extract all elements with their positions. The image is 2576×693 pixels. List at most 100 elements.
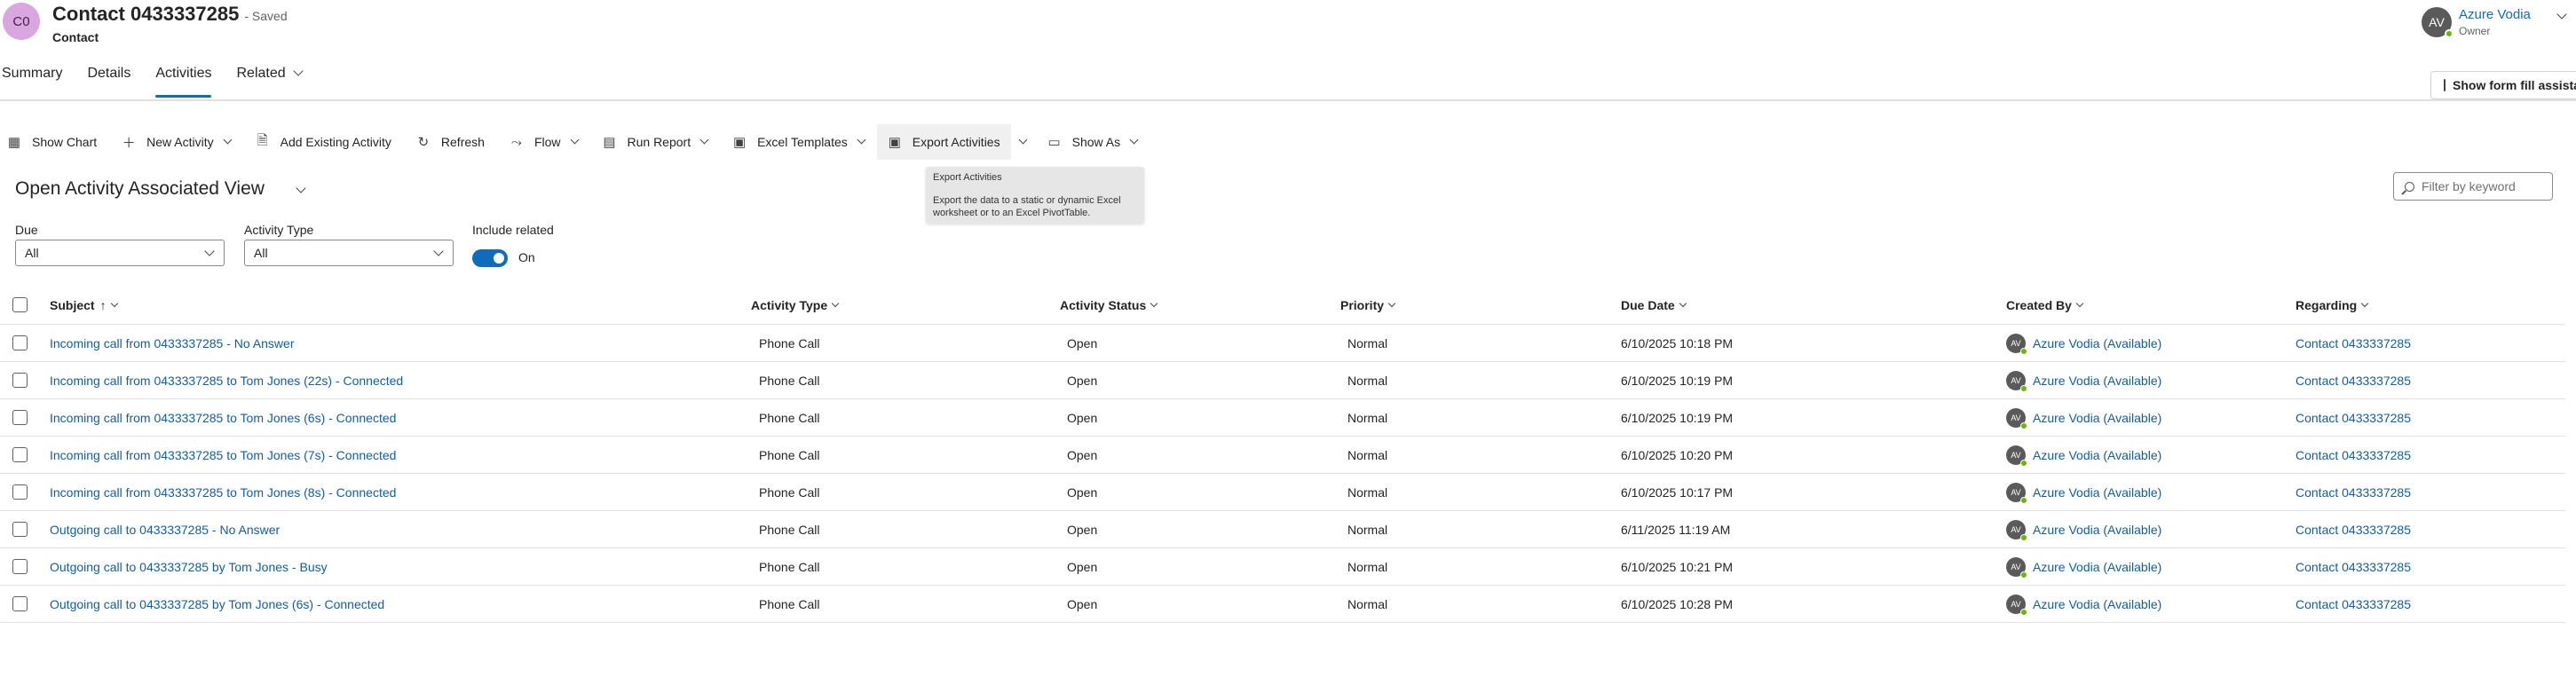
column-header-regarding[interactable]: Regarding (2295, 286, 2367, 324)
tab-related[interactable]: Related (236, 62, 301, 92)
tab-details[interactable]: Details (87, 62, 130, 92)
created-by-link[interactable]: Azure Vodia (Available) (2033, 523, 2161, 537)
activity-type-filter-select[interactable]: All (244, 240, 454, 266)
regarding-link[interactable]: Contact 0433337285 (2295, 511, 2411, 547)
created-by-link[interactable]: Azure Vodia (Available) (2033, 560, 2161, 574)
table-row[interactable]: Outgoing call to 0433337285 - No Answer … (0, 511, 2565, 548)
activity-status-cell: Open (1067, 511, 1097, 547)
row-checkbox[interactable] (12, 522, 28, 537)
created-by-link[interactable]: Azure Vodia (Available) (2033, 374, 2161, 388)
subject-link[interactable]: Incoming call from 0433337285 to Tom Jon… (50, 362, 403, 398)
created-by-link[interactable]: Azure Vodia (Available) (2033, 336, 2161, 350)
column-subject-label: Subject (50, 298, 95, 312)
refresh-button[interactable]: ↻Refresh (404, 124, 497, 160)
subject-link[interactable]: Incoming call from 0433337285 to Tom Jon… (50, 474, 396, 510)
table-row[interactable]: Incoming call from 0433337285 to Tom Jon… (0, 399, 2565, 437)
created-by-cell[interactable]: AVAzure Vodia (Available) (2006, 437, 2161, 473)
chevron-down-icon (293, 66, 303, 75)
add-existing-activity-button[interactable]: 🗎Add Existing Activity (243, 124, 404, 160)
row-checkbox[interactable] (12, 373, 28, 388)
row-checkbox-cell[interactable] (12, 586, 28, 622)
column-header-created-by[interactable]: Created By (2006, 286, 2082, 324)
regarding-link[interactable]: Contact 0433337285 (2295, 474, 2411, 510)
filter-by-keyword-input[interactable]: Filter by keyword (2393, 172, 2553, 201)
activity-status-cell: Open (1067, 399, 1097, 436)
select-all-checkbox-cell[interactable] (12, 286, 28, 324)
select-all-checkbox[interactable] (12, 297, 28, 312)
subject-link[interactable]: Outgoing call to 0433337285 - No Answer (50, 511, 280, 547)
table-row[interactable]: Outgoing call to 0433337285 by Tom Jones… (0, 586, 2565, 623)
created-by-cell[interactable]: AVAzure Vodia (Available) (2006, 548, 2161, 585)
created-by-cell[interactable]: AVAzure Vodia (Available) (2006, 511, 2161, 547)
table-row[interactable]: Incoming call from 0433337285 to Tom Jon… (0, 362, 2565, 399)
row-checkbox-cell[interactable] (12, 362, 28, 398)
row-checkbox-cell[interactable] (12, 474, 28, 510)
flow-button[interactable]: ⤳Flow (497, 124, 590, 160)
show-form-fill-button[interactable]: Show form fill assistant (2430, 71, 2576, 99)
table-row[interactable]: Incoming call from 0433337285 - No Answe… (0, 325, 2565, 362)
export-activities-button[interactable]: ▣Export Activities (877, 124, 1011, 160)
subject-link[interactable]: Outgoing call to 0433337285 by Tom Jones… (50, 586, 384, 622)
column-header-activity-type[interactable]: Activity Type (751, 286, 838, 324)
regarding-link[interactable]: Contact 0433337285 (2295, 325, 2411, 361)
view-selector-title[interactable]: Open Activity Associated View (15, 178, 265, 200)
row-checkbox-cell[interactable] (12, 325, 28, 361)
sort-ascending-icon: ↑ (100, 298, 107, 312)
row-checkbox[interactable] (12, 596, 28, 611)
row-checkbox[interactable] (12, 559, 28, 574)
chevron-down-icon (1388, 299, 1395, 306)
created-by-cell[interactable]: AVAzure Vodia (Available) (2006, 325, 2161, 361)
row-checkbox[interactable] (12, 484, 28, 500)
row-checkbox[interactable] (12, 335, 28, 350)
created-by-cell[interactable]: AVAzure Vodia (Available) (2006, 586, 2161, 622)
new-activity-button[interactable]: ＋New Activity (109, 124, 242, 160)
chevron-down-icon (223, 135, 232, 144)
subject-link[interactable]: Outgoing call to 0433337285 by Tom Jones… (50, 548, 328, 585)
created-by-cell[interactable]: AVAzure Vodia (Available) (2006, 399, 2161, 436)
view-selector-dropdown[interactable] (288, 183, 304, 197)
table-row[interactable]: Outgoing call to 0433337285 by Tom Jones… (0, 548, 2565, 586)
chevron-down-icon (204, 246, 214, 256)
show-as-button[interactable]: ▭Show As (1047, 124, 1150, 160)
avatar-initials: AV (2011, 488, 2020, 497)
row-checkbox-cell[interactable] (12, 511, 28, 547)
row-checkbox[interactable] (12, 410, 28, 425)
chevron-down-icon (110, 299, 117, 306)
tab-summary[interactable]: Summary (2, 62, 62, 92)
table-row[interactable]: Incoming call from 0433337285 to Tom Jon… (0, 437, 2565, 474)
export-activities-dropdown[interactable] (1011, 124, 1047, 160)
tab-activities[interactable]: Activities (155, 62, 211, 92)
column-header-due-date[interactable]: Due Date (1621, 286, 1686, 324)
row-checkbox-cell[interactable] (12, 399, 28, 436)
due-date-cell: 6/10/2025 10:17 PM (1621, 474, 1733, 510)
run-report-button[interactable]: ▤Run Report (590, 124, 721, 160)
row-checkbox-cell[interactable] (12, 437, 28, 473)
created-by-link[interactable]: Azure Vodia (Available) (2033, 597, 2161, 611)
created-by-cell[interactable]: AVAzure Vodia (Available) (2006, 362, 2161, 398)
include-related-toggle[interactable] (472, 249, 508, 267)
table-row[interactable]: Incoming call from 0433337285 to Tom Jon… (0, 474, 2565, 511)
regarding-link[interactable]: Contact 0433337285 (2295, 362, 2411, 398)
show-chart-button[interactable]: ▦Show Chart (7, 124, 109, 160)
regarding-link[interactable]: Contact 0433337285 (2295, 548, 2411, 585)
column-header-subject[interactable]: Subject ↑ (50, 286, 117, 324)
regarding-link[interactable]: Contact 0433337285 (2295, 399, 2411, 436)
created-by-link[interactable]: Azure Vodia (Available) (2033, 411, 2161, 425)
due-filter-select[interactable]: All (15, 240, 225, 266)
row-checkbox-cell[interactable] (12, 548, 28, 585)
subject-link[interactable]: Incoming call from 0433337285 to Tom Jon… (50, 437, 396, 473)
subject-link[interactable]: Incoming call from 0433337285 - No Answe… (50, 325, 294, 361)
column-header-priority[interactable]: Priority (1340, 286, 1395, 324)
subject-link[interactable]: Incoming call from 0433337285 to Tom Jon… (50, 399, 396, 436)
excel-templates-button[interactable]: ▣Excel Templates (720, 124, 877, 160)
regarding-link[interactable]: Contact 0433337285 (2295, 586, 2411, 622)
regarding-link[interactable]: Contact 0433337285 (2295, 437, 2411, 473)
owner-name-link[interactable]: Azure Vodia (2459, 7, 2531, 22)
created-by-link[interactable]: Azure Vodia (Available) (2033, 448, 2161, 462)
created-by-link[interactable]: Azure Vodia (Available) (2033, 485, 2161, 500)
row-checkbox[interactable] (12, 447, 28, 462)
header-expand-button[interactable] (2549, 9, 2565, 23)
owner-avatar[interactable]: AV (2422, 7, 2452, 37)
column-header-activity-status[interactable]: Activity Status (1060, 286, 1157, 324)
created-by-cell[interactable]: AV Azure Vodia (Available) (2006, 474, 2161, 510)
